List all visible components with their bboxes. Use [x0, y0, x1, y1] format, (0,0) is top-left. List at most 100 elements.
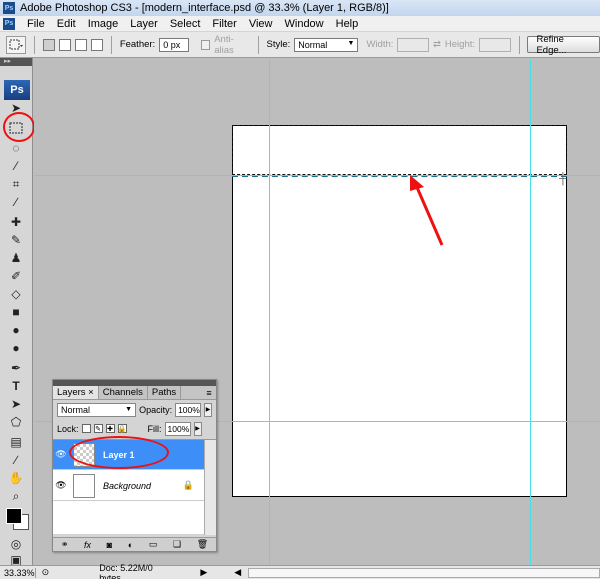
doc-size: Doc: 5.22M/0 bytes [99, 562, 153, 579]
opacity-input[interactable]: 100% [175, 402, 202, 417]
new-layer-icon[interactable]: ❑ [173, 539, 181, 550]
zoom-level[interactable]: 33.33% [0, 567, 36, 578]
antialias-label: Anti-alias [214, 33, 234, 56]
intersect-selection-button[interactable] [90, 38, 103, 51]
panel-footer: ⚭ fx ◙ ◐ ▭ ❑ 🗑 [53, 537, 216, 551]
style-select[interactable]: Normal ▼ [294, 37, 359, 52]
notes-tool-icon[interactable]: ▤ [6, 434, 26, 450]
close-icon: × [88, 387, 94, 398]
zoom-tool-icon[interactable]: ⌕ [6, 488, 26, 504]
crop-tool-icon[interactable]: ⌗ [6, 176, 26, 192]
menu-help[interactable]: Help [330, 18, 365, 30]
tab-layers[interactable]: Layers × [53, 386, 99, 399]
status-info-icon[interactable]: ⊙ [42, 567, 50, 578]
link-icon[interactable]: ⚭ [61, 539, 69, 550]
lasso-tool-icon[interactable]: ◌ [6, 140, 26, 156]
crosshair-cursor-icon: ┼ [559, 173, 567, 185]
layer-thumbnail [73, 473, 95, 498]
annotation-circle-marquee [3, 112, 35, 142]
trash-icon[interactable]: 🗑 [197, 539, 208, 550]
history-brush-tool-icon[interactable]: ✐ [6, 268, 26, 284]
tab-paths[interactable]: Paths [148, 386, 182, 399]
magic-wand-tool-icon[interactable]: ⁄ [6, 158, 26, 174]
toolbox-grip[interactable]: ▸▸ [0, 58, 32, 66]
fx-icon[interactable]: fx [84, 540, 91, 550]
pen-tool-icon[interactable]: ✒ [6, 360, 26, 376]
lock-position-icon[interactable]: ✚ [105, 424, 115, 433]
layer-row-background[interactable]: 👁 Background 🔒 [53, 471, 204, 501]
menu-file[interactable]: File [21, 18, 51, 30]
brush-tool-icon[interactable]: ✎ [6, 232, 26, 248]
hand-tool-icon[interactable]: ✋ [6, 470, 26, 486]
panel-menu-icon[interactable]: ≡ [202, 386, 216, 399]
fill-slider-button[interactable]: ▶ [193, 421, 202, 436]
subtract-selection-button[interactable] [74, 38, 87, 51]
document-canvas[interactable] [232, 125, 567, 497]
add-selection-button[interactable] [59, 38, 71, 51]
marquee-selection [232, 125, 567, 175]
tab-channels[interactable]: Channels [99, 386, 148, 399]
type-tool-icon[interactable]: T [6, 378, 26, 394]
blend-mode-select[interactable]: Normal ▼ [57, 402, 137, 417]
layer-name: Background [103, 480, 152, 491]
slice-tool-icon[interactable]: ∕ [6, 194, 26, 210]
gradient-tool-icon[interactable]: ■ [6, 304, 26, 320]
blur-tool-icon[interactable]: ● [6, 322, 26, 338]
menu-layer[interactable]: Layer [124, 18, 164, 30]
path-selection-tool-icon[interactable]: ➤ [6, 396, 26, 412]
scroll-left-icon[interactable]: ◀ [232, 567, 244, 579]
layer-list-scrollbar[interactable] [204, 440, 216, 535]
clone-stamp-tool-icon[interactable]: ♟ [6, 250, 26, 266]
eye-icon[interactable]: 👁 [53, 480, 69, 491]
shape-tool-icon[interactable]: ⬠ [6, 414, 26, 430]
eyedropper-tool-icon[interactable]: ∕ [6, 452, 26, 468]
fill-label: Fill: [147, 423, 162, 434]
tool-preset-picker[interactable] [6, 35, 27, 54]
eye-icon[interactable]: 👁 [53, 449, 69, 460]
swap-icon[interactable]: ⇄ [433, 39, 441, 50]
rect-marquee-icon [9, 39, 24, 49]
menu-filter[interactable]: Filter [206, 18, 242, 30]
lock-row: Lock: ✎ ✚ 🔒 Fill: 100% ▶ [53, 419, 216, 438]
menu-image[interactable]: Image [82, 18, 125, 30]
new-selection-button[interactable] [43, 38, 55, 51]
menu-view[interactable]: View [243, 18, 279, 30]
refine-edge-button[interactable]: Refine Edge... [527, 34, 600, 56]
group-icon[interactable]: ▭ [149, 539, 158, 550]
guide-vertical[interactable] [530, 59, 531, 565]
horizontal-scrollbar[interactable] [247, 567, 600, 578]
foreground-color-swatch[interactable] [6, 508, 22, 524]
options-bar: Feather: 0 px Anti-alias Style: Normal ▼… [0, 32, 600, 58]
quick-mask-icon[interactable]: ◎ [6, 536, 26, 552]
lock-pixels-icon[interactable]: ✎ [93, 424, 103, 433]
annotation-circle-layer [69, 436, 169, 469]
antialias-checkbox[interactable] [200, 39, 211, 50]
fill-input[interactable]: 100% [164, 421, 191, 436]
feather-input[interactable]: 0 px [159, 37, 189, 52]
divider [110, 35, 112, 54]
adjustment-icon[interactable]: ◐ [128, 540, 133, 550]
guide-vertical[interactable] [269, 59, 270, 565]
style-label: Style: [266, 39, 291, 50]
guide-horizontal[interactable] [34, 175, 600, 176]
menu-select[interactable]: Select [164, 18, 207, 30]
mask-icon[interactable]: ◙ [107, 540, 112, 550]
lock-icon: 🔒 [182, 480, 194, 490]
photoshop-menu-icon[interactable]: Ps [3, 17, 15, 30]
blend-row: Normal ▼ Opacity: 100% ▶ [53, 400, 216, 419]
menu-window[interactable]: Window [279, 18, 330, 30]
lock-transparency-icon[interactable] [81, 424, 91, 433]
lock-all-icon[interactable]: 🔒 [117, 424, 127, 433]
width-input[interactable] [397, 37, 429, 52]
status-menu-arrow-icon[interactable]: ▶ [198, 567, 210, 579]
menu-edit[interactable]: Edit [51, 18, 82, 30]
panel-tabs: Layers × Channels Paths ≡ [53, 386, 216, 400]
chevron-down-icon: ▼ [125, 406, 133, 413]
height-input[interactable] [479, 37, 511, 52]
eraser-tool-icon[interactable]: ◇ [6, 286, 26, 302]
healing-brush-tool-icon[interactable]: ✚ [6, 214, 26, 230]
lock-label: Lock: [57, 423, 79, 434]
dodge-tool-icon[interactable]: ● [6, 340, 26, 356]
blend-mode-value: Normal [61, 404, 91, 415]
opacity-slider-button[interactable]: ▶ [204, 402, 212, 417]
